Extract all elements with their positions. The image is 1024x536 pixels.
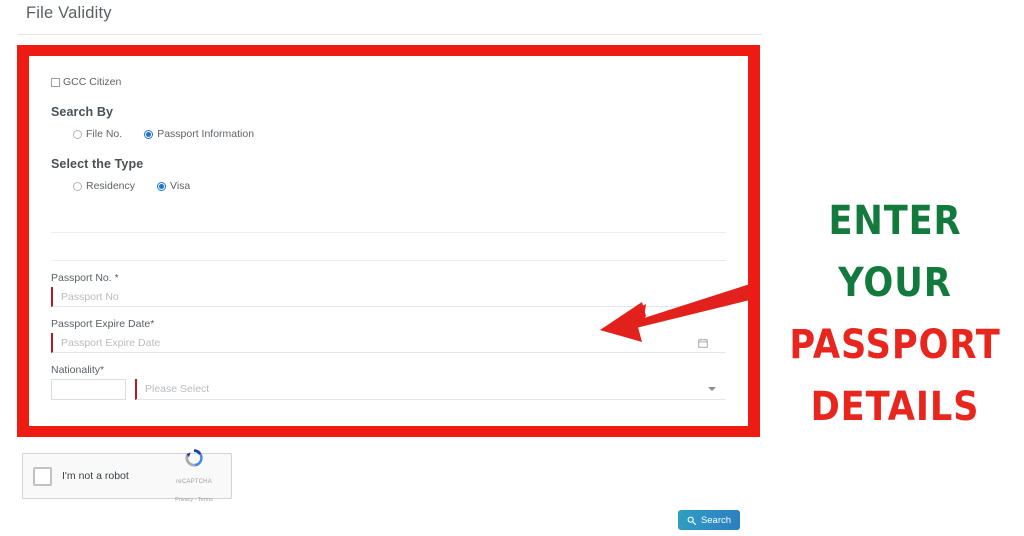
recaptcha-checkbox[interactable] xyxy=(33,466,52,486)
recaptcha-widget[interactable]: I'm not a robot reCAPTCHA Privacy - Term… xyxy=(22,448,232,503)
gcc-citizen-label: GCC Citizen xyxy=(63,76,122,88)
page-header: File Validity xyxy=(0,0,1024,38)
nationality-label: Nationality* xyxy=(51,364,105,376)
radio-passport-information-indicator[interactable] xyxy=(144,129,154,139)
radio-visa-label: Visa xyxy=(170,180,191,192)
nationality-select[interactable]: Please Select xyxy=(135,379,726,400)
passport-expire-date-input[interactable]: Passport Expire Date xyxy=(51,333,726,353)
select-type-title: Select the Type xyxy=(51,157,144,171)
select-type-options: Residency Visa xyxy=(51,180,726,192)
nationality-placeholder: Please Select xyxy=(145,383,210,395)
chevron-down-icon[interactable] xyxy=(708,387,716,391)
radio-visa-indicator[interactable] xyxy=(157,181,167,191)
search-button[interactable]: Search xyxy=(678,510,740,530)
passport-expire-date-field: Passport Expire Date* Passport Expire Da… xyxy=(51,318,726,353)
form-divider-1 xyxy=(51,232,726,233)
radio-file-no-indicator[interactable] xyxy=(73,129,82,139)
passport-search-form: GCC Citizen Search By File No. Passport … xyxy=(29,56,748,426)
highlight-annotation-box: GCC Citizen Search By File No. Passport … xyxy=(17,45,760,437)
search-by-options: File No. Passport Information xyxy=(51,128,726,140)
calendar-icon[interactable] xyxy=(698,337,708,348)
select-type-section: Select the Type Residency Visa xyxy=(51,157,726,192)
passport-expire-date-label: Passport Expire Date* xyxy=(51,318,155,330)
search-icon xyxy=(687,516,696,525)
passport-no-input[interactable]: Passport No xyxy=(51,287,726,307)
passport-no-label: Passport No. * xyxy=(51,272,119,284)
radio-file-no[interactable]: File No. xyxy=(73,128,122,140)
nationality-row: Please Select xyxy=(51,379,726,400)
radio-residency[interactable]: Residency xyxy=(73,180,135,192)
radio-passport-information[interactable]: Passport Information xyxy=(144,128,254,140)
passport-expire-date-placeholder: Passport Expire Date xyxy=(61,336,161,349)
page-title: File Validity xyxy=(26,4,112,22)
callout-line-4: DETAILS xyxy=(810,384,980,430)
callout-line-3: PASSPORT xyxy=(789,322,1001,368)
nationality-code-input[interactable] xyxy=(51,379,126,400)
recaptcha-branding: reCAPTCHA Privacy - Terms xyxy=(167,447,221,506)
radio-residency-indicator[interactable] xyxy=(73,181,82,191)
form-divider-2 xyxy=(51,260,726,261)
passport-no-placeholder: Passport No xyxy=(61,290,119,303)
recaptcha-label: I'm not a robot xyxy=(62,470,129,482)
search-by-title: Search By xyxy=(51,105,114,119)
passport-no-field: Passport No. * Passport No xyxy=(51,272,726,307)
radio-passport-information-label: Passport Information xyxy=(157,128,255,140)
radio-file-no-label: File No. xyxy=(86,128,123,140)
gcc-citizen-checkbox[interactable] xyxy=(51,77,60,87)
radio-residency-label: Residency xyxy=(86,180,136,192)
nationality-field: Nationality* Please Select xyxy=(51,364,726,400)
search-by-section: Search By File No. Passport Information xyxy=(51,105,726,140)
callout-annotation: ENTER YOUR PASSPORT DETAILS xyxy=(770,190,1020,438)
header-divider xyxy=(18,34,762,35)
recaptcha-terms-link[interactable]: Privacy - Terms xyxy=(175,497,213,503)
callout-line-2: YOUR xyxy=(838,260,952,306)
recaptcha-logo-icon xyxy=(185,448,203,467)
recaptcha-brand-name: reCAPTCHA xyxy=(176,478,212,485)
gcc-citizen-row[interactable]: GCC Citizen xyxy=(51,76,726,88)
radio-visa[interactable]: Visa xyxy=(157,180,190,192)
callout-line-1: ENTER xyxy=(828,198,962,244)
search-button-label: Search xyxy=(700,514,732,526)
